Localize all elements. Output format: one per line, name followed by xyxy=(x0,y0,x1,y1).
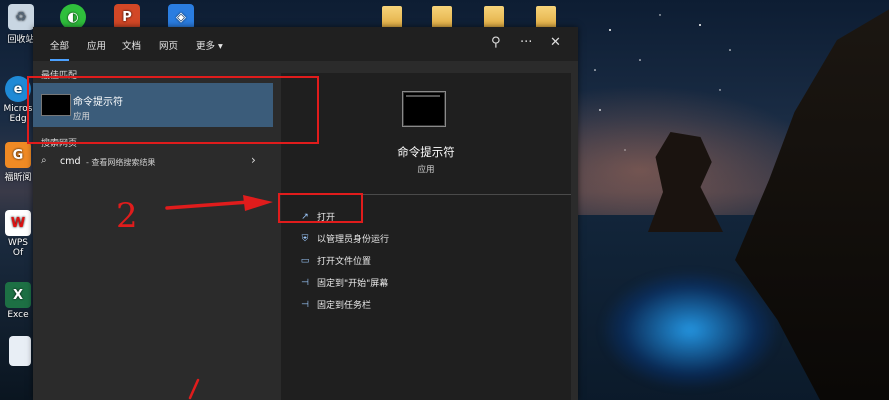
search-icon: ⌕ xyxy=(41,155,47,166)
excel-desktop-icon[interactable]: X Exce xyxy=(3,282,33,320)
annotation-step-number: 2 xyxy=(116,196,138,236)
tab-apps[interactable]: 应用 xyxy=(87,38,106,52)
action-label: 固定到任务栏 xyxy=(317,301,372,311)
app-preview-pane: 命令提示符 应用 ↗ 打开 ⛨ 以管理员身份运行 ▭ 打开文件位置 ⊣ 固定到"… xyxy=(281,73,571,400)
tab-documents[interactable]: 文档 xyxy=(122,38,141,52)
action-label: 以管理员身份运行 xyxy=(317,235,390,245)
command-prompt-large-icon xyxy=(402,91,446,127)
desktop-icon-label: 福昕阅 xyxy=(4,173,32,183)
action-label: 固定到"开始"屏幕 xyxy=(317,279,389,289)
tab-web[interactable]: 网页 xyxy=(159,38,178,52)
desktop-icon-label: Exce xyxy=(7,310,29,320)
desktop-icon-label: 回收站 xyxy=(7,35,35,45)
recycle-bin-icon: ♻ xyxy=(8,4,34,30)
foxit-desktop-icon[interactable]: G 福昕阅 xyxy=(3,142,33,183)
action-run-as-admin[interactable]: ⛨ 以管理员身份运行 xyxy=(299,232,390,246)
annotation-box-open xyxy=(278,193,363,223)
tab-all[interactable]: 全部 xyxy=(50,38,70,61)
web-search-result[interactable]: ⌕ cmd - 查看网络搜索结果 › xyxy=(33,153,273,173)
document-desktop-icon[interactable] xyxy=(8,336,32,368)
excel-icon: X xyxy=(5,282,31,308)
annotation-box-best-match xyxy=(27,76,319,144)
foxit-icon: G xyxy=(5,142,31,168)
close-icon[interactable]: ✕ xyxy=(550,35,561,50)
wps-desktop-icon[interactable]: W WPS Of xyxy=(3,210,33,258)
document-icon xyxy=(9,336,31,366)
action-pin-to-taskbar[interactable]: ⊣ 固定到任务栏 xyxy=(299,298,372,312)
shield-icon: ⛨ xyxy=(301,233,309,244)
pin-taskbar-icon: ⊣ xyxy=(301,299,309,310)
more-options-icon[interactable]: ··· xyxy=(520,35,532,50)
desktop-icon-label: WPS Of xyxy=(7,238,29,258)
web-query: cmd xyxy=(60,156,81,167)
wps-icon: W xyxy=(5,210,31,236)
action-open-file-location[interactable]: ▭ 打开文件位置 xyxy=(299,254,372,268)
feedback-icon[interactable]: ⚲ xyxy=(491,35,501,50)
pin-start-icon: ⊣ xyxy=(301,277,309,288)
preview-app-type: 应用 xyxy=(417,165,435,175)
chevron-right-icon[interactable]: › xyxy=(251,153,256,167)
preview-app-name: 命令提示符 xyxy=(397,145,455,159)
action-pin-to-start[interactable]: ⊣ 固定到"开始"屏幕 xyxy=(299,276,389,290)
action-label: 打开文件位置 xyxy=(317,257,372,267)
annotation-mark xyxy=(188,378,200,400)
folder-icon: ▭ xyxy=(300,255,310,266)
tab-more[interactable]: 更多 ▾ xyxy=(196,38,223,52)
search-filter-bar: 全部 应用 文档 网页 更多 ▾ ⚲ ··· ✕ xyxy=(33,27,578,61)
annotation-arrow xyxy=(165,195,273,211)
web-result-suffix: - 查看网络搜索结果 xyxy=(86,158,156,167)
